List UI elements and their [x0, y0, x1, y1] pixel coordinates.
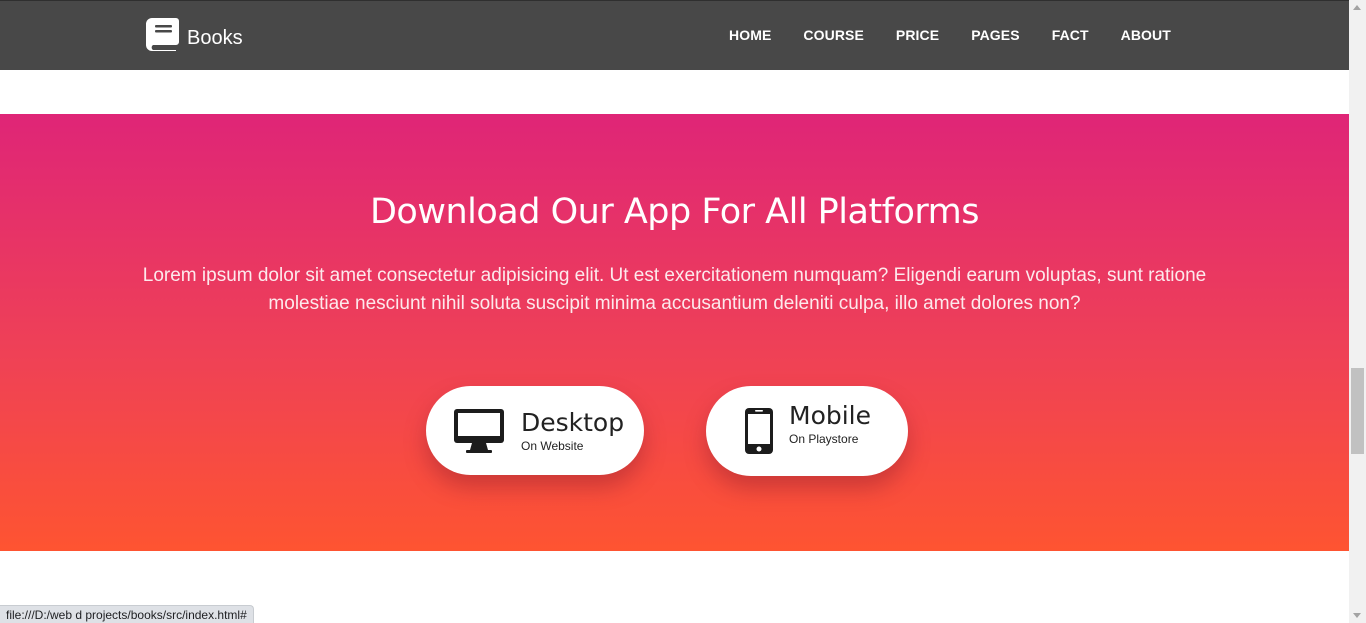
mobile-button-text: Mobile On Playstore — [789, 401, 872, 447]
desktop-button-title: Desktop — [521, 407, 625, 437]
mobile-button-subtitle: On Playstore — [789, 432, 859, 446]
brand-link[interactable]: Books — [143, 16, 243, 52]
vertical-scrollbar[interactable] — [1349, 0, 1366, 623]
nav-link-price[interactable]: PRICE — [896, 27, 939, 43]
download-section: Download Our App For All Platforms Lorem… — [0, 114, 1349, 551]
mobile-phone-icon — [745, 408, 773, 454]
page: Books HOME COURSE PRICE PAGES FACT ABOUT… — [0, 0, 1349, 623]
desktop-download-button[interactable]: Desktop On Website — [426, 386, 644, 475]
scroll-down-arrow-icon[interactable] — [1353, 613, 1361, 618]
download-description: Lorem ipsum dolor sit amet consectetur a… — [142, 265, 1207, 314]
nav-link-about[interactable]: ABOUT — [1121, 27, 1171, 43]
nav-link-fact[interactable]: FACT — [1052, 27, 1089, 43]
desktop-icon — [454, 408, 504, 453]
mobile-button-title: Mobile — [789, 401, 872, 430]
nav-link-course[interactable]: COURSE — [803, 27, 864, 43]
status-bar-url: file:///D:/web d projects/books/src/inde… — [0, 605, 254, 623]
desktop-button-text: Desktop On Website — [521, 407, 625, 453]
nav-link-home[interactable]: HOME — [729, 27, 771, 43]
nav-link-pages[interactable]: PAGES — [971, 27, 1019, 43]
download-title: Download Our App For All Platforms — [369, 192, 980, 232]
desktop-button-subtitle: On Website — [521, 438, 584, 453]
nav-menu: HOME COURSE PRICE PAGES FACT ABOUT — [729, 27, 1171, 43]
brand-name: Books — [187, 26, 243, 49]
scroll-up-arrow-icon[interactable] — [1353, 5, 1361, 10]
navbar: Books HOME COURSE PRICE PAGES FACT ABOUT — [0, 0, 1349, 70]
mobile-download-button[interactable]: Mobile On Playstore — [706, 386, 908, 476]
book-icon — [146, 18, 179, 51]
scroll-thumb[interactable] — [1351, 368, 1364, 454]
